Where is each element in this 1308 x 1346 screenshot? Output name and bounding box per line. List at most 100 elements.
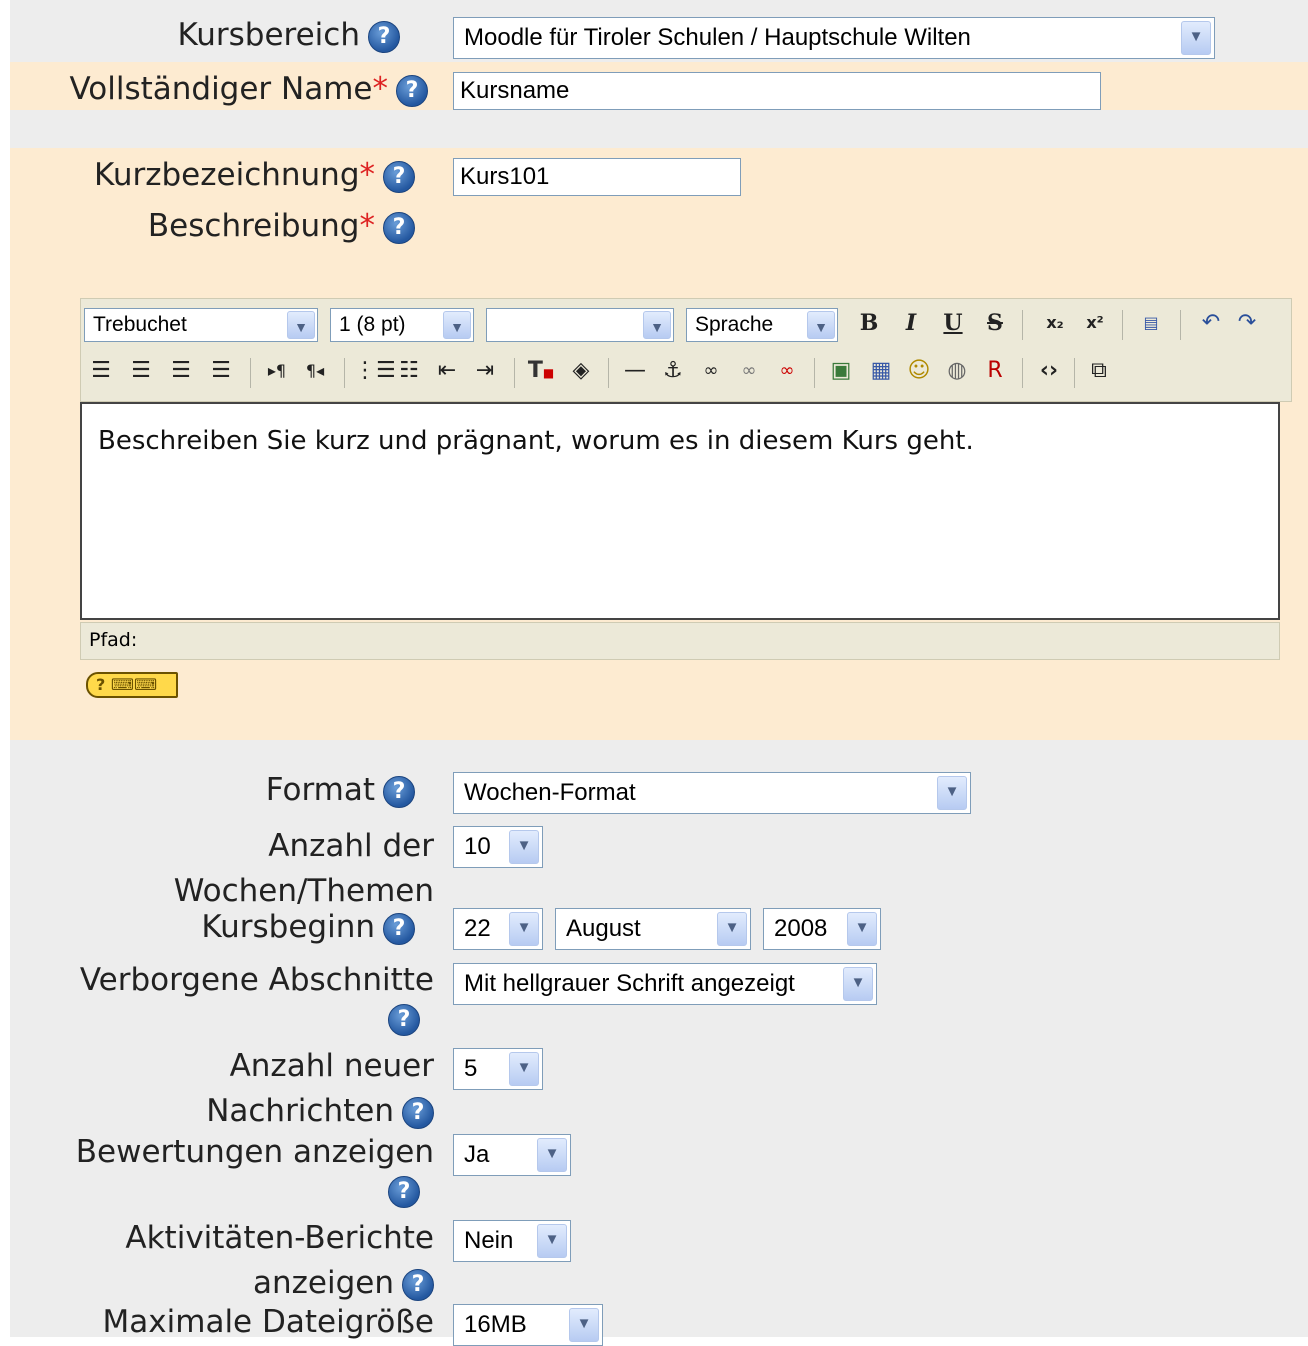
align-right-icon[interactable]: ☰ — [164, 354, 198, 388]
chevron-down-icon: ▼ — [287, 311, 315, 339]
format-select[interactable]: Wochen-Format ▼ — [453, 772, 971, 814]
toolbar-separator — [1180, 310, 1181, 340]
help-icon[interactable]: ? — [383, 211, 415, 244]
shortname-label: Kurzbezeichnung*? — [94, 156, 415, 194]
format-label: Format? — [266, 771, 415, 809]
text-color-icon[interactable]: T■ — [524, 354, 558, 388]
undo-icon[interactable]: ↶ — [1194, 306, 1228, 340]
chevron-down-icon: ▼ — [643, 311, 671, 339]
paragraph-style-select[interactable]: ▼ — [486, 308, 674, 342]
language-value: Sprache — [695, 313, 774, 336]
newsitems-select[interactable]: 5 ▼ — [453, 1048, 543, 1090]
link-icon[interactable]: ∞ — [694, 354, 728, 388]
showgrades-select[interactable]: Ja ▼ — [453, 1134, 571, 1176]
help-icon[interactable]: ? — [383, 912, 415, 945]
ordered-list-icon[interactable]: ⋮☰ — [354, 354, 396, 388]
chevron-down-icon: ▼ — [717, 912, 747, 946]
chevron-down-icon: ▼ — [509, 1052, 539, 1086]
toolbar-separator — [1074, 358, 1075, 388]
font-size-select[interactable]: 1 (8 pt) ▼ — [330, 308, 474, 342]
background-color-icon[interactable]: ◈ — [564, 354, 598, 388]
help-icon[interactable]: ? — [383, 775, 415, 808]
toolbar-separator — [608, 358, 609, 388]
ltr-icon[interactable]: ▸¶ — [260, 354, 294, 388]
help-icon[interactable]: ? — [368, 20, 400, 53]
justify-icon[interactable]: ☰ — [204, 354, 238, 388]
search-replace-icon[interactable]: R — [978, 354, 1012, 388]
showgrades-value: Ja — [464, 1141, 490, 1168]
newsitems-label: Anzahl neuer Nachrichten? — [206, 1048, 434, 1129]
help-icon[interactable]: ? — [402, 1096, 434, 1129]
editor-content-area[interactable]: Beschreiben Sie kurz und prägnant, worum… — [80, 402, 1280, 620]
startdate-label: Kursbeginn? — [201, 908, 415, 946]
newsitems-value: 5 — [464, 1055, 478, 1082]
help-icon[interactable]: ? — [383, 160, 415, 193]
italic-icon[interactable]: I — [894, 306, 928, 340]
startdate-year-select[interactable]: 2008 ▼ — [763, 908, 881, 950]
outdent-icon[interactable]: ⇤ — [430, 354, 464, 388]
showreports-value: Nein — [464, 1227, 514, 1254]
chevron-down-icon: ▼ — [807, 311, 835, 339]
keyboard-help-icon[interactable]: ? ⌨⌨ — [86, 672, 178, 698]
startdate-month-select[interactable]: August ▼ — [555, 908, 751, 950]
horizontal-rule-icon[interactable]: — — [618, 354, 652, 388]
unordered-list-icon[interactable]: ☷ — [392, 354, 426, 388]
fullname-input[interactable]: Kursname — [453, 72, 1101, 110]
help-icon[interactable]: ? — [402, 1268, 434, 1301]
html-editor: Trebuchet ▼ 1 (8 pt) ▼ ▼ Sprache ▼ B I U S … — [80, 298, 1292, 660]
editor-statusbar: Pfad: — [80, 622, 1280, 660]
align-left-icon[interactable]: ☰ — [84, 354, 118, 388]
help-icon[interactable]: ? — [388, 1004, 420, 1036]
startdate-day-select[interactable]: 22 ▼ — [453, 908, 543, 950]
nolink-icon[interactable]: ∞ — [770, 354, 804, 388]
category-select[interactable]: Moodle für Tiroler Schulen / Hauptschule… — [453, 17, 1215, 59]
align-center-icon[interactable]: ☰ — [124, 354, 158, 388]
startdate-day-value: 22 — [464, 915, 491, 942]
strikethrough-icon[interactable]: S — [978, 306, 1012, 340]
html-source-icon[interactable]: ‹› — [1032, 354, 1066, 388]
redo-icon[interactable]: ↷ — [1230, 306, 1264, 340]
chevron-down-icon: ▼ — [443, 311, 471, 339]
subscript-icon[interactable]: x₂ — [1038, 306, 1072, 340]
anchor-icon[interactable]: ⚓ — [656, 354, 690, 388]
startdate-year-value: 2008 — [774, 915, 828, 942]
unlink-icon[interactable]: ∞ — [732, 354, 766, 388]
numsections-label: Anzahl der Wochen/Themen — [173, 828, 434, 909]
help-icon[interactable]: ? — [396, 74, 428, 107]
language-select[interactable]: Sprache ▼ — [686, 308, 838, 342]
insert-image-icon[interactable]: ▣ — [824, 354, 858, 388]
chevron-down-icon: ▼ — [537, 1138, 567, 1172]
editor-content-text: Beschreiben Sie kurz und prägnant, worum… — [98, 426, 974, 456]
insert-table-icon[interactable]: ▦ — [864, 354, 898, 388]
toolbar-separator — [344, 358, 345, 388]
fullscreen-icon[interactable]: ⧉ — [1082, 354, 1116, 388]
underline-icon[interactable]: U — [936, 306, 970, 340]
hiddensections-label: Verborgene Abschnitte — [79, 962, 434, 998]
clean-word-icon[interactable]: ▤ — [1134, 306, 1168, 340]
chevron-down-icon: ▼ — [509, 912, 539, 946]
numsections-select[interactable]: 10 ▼ — [453, 826, 543, 868]
superscript-icon[interactable]: x² — [1078, 306, 1112, 340]
format-value: Wochen-Format — [464, 779, 636, 806]
help-icon[interactable]: ? — [388, 1176, 420, 1208]
maxbytes-select[interactable]: 16MB ▼ — [453, 1304, 603, 1346]
maxbytes-value: 16MB — [464, 1311, 527, 1338]
font-family-select[interactable]: Trebuchet ▼ — [84, 308, 318, 342]
rtl-icon[interactable]: ¶◂ — [298, 354, 332, 388]
hiddensections-value: Mit hellgrauer Schrift angezeigt — [464, 970, 795, 997]
smiley-icon[interactable]: ☺ — [902, 354, 936, 388]
toolbar-separator — [1022, 310, 1023, 340]
course-settings-form: Kursbereich? Moodle für Tiroler Schulen … — [10, 0, 1308, 1346]
path-label: Pfad: — [89, 629, 138, 651]
hiddensections-select[interactable]: Mit hellgrauer Schrift angezeigt ▼ — [453, 963, 877, 1005]
toolbar-separator — [514, 358, 515, 388]
bold-icon[interactable]: B — [852, 306, 886, 340]
maxbytes-label: Maximale Dateigröße — [102, 1304, 434, 1340]
summary-label: Beschreibung*? — [148, 207, 415, 245]
special-chars-icon[interactable]: ◍ — [940, 354, 974, 388]
showreports-select[interactable]: Nein ▼ — [453, 1220, 571, 1262]
font-size-value: 1 (8 pt) — [339, 313, 406, 336]
category-select-value: Moodle für Tiroler Schulen / Hauptschule… — [464, 24, 971, 51]
indent-icon[interactable]: ⇥ — [468, 354, 502, 388]
shortname-input[interactable]: Kurs101 — [453, 158, 741, 196]
